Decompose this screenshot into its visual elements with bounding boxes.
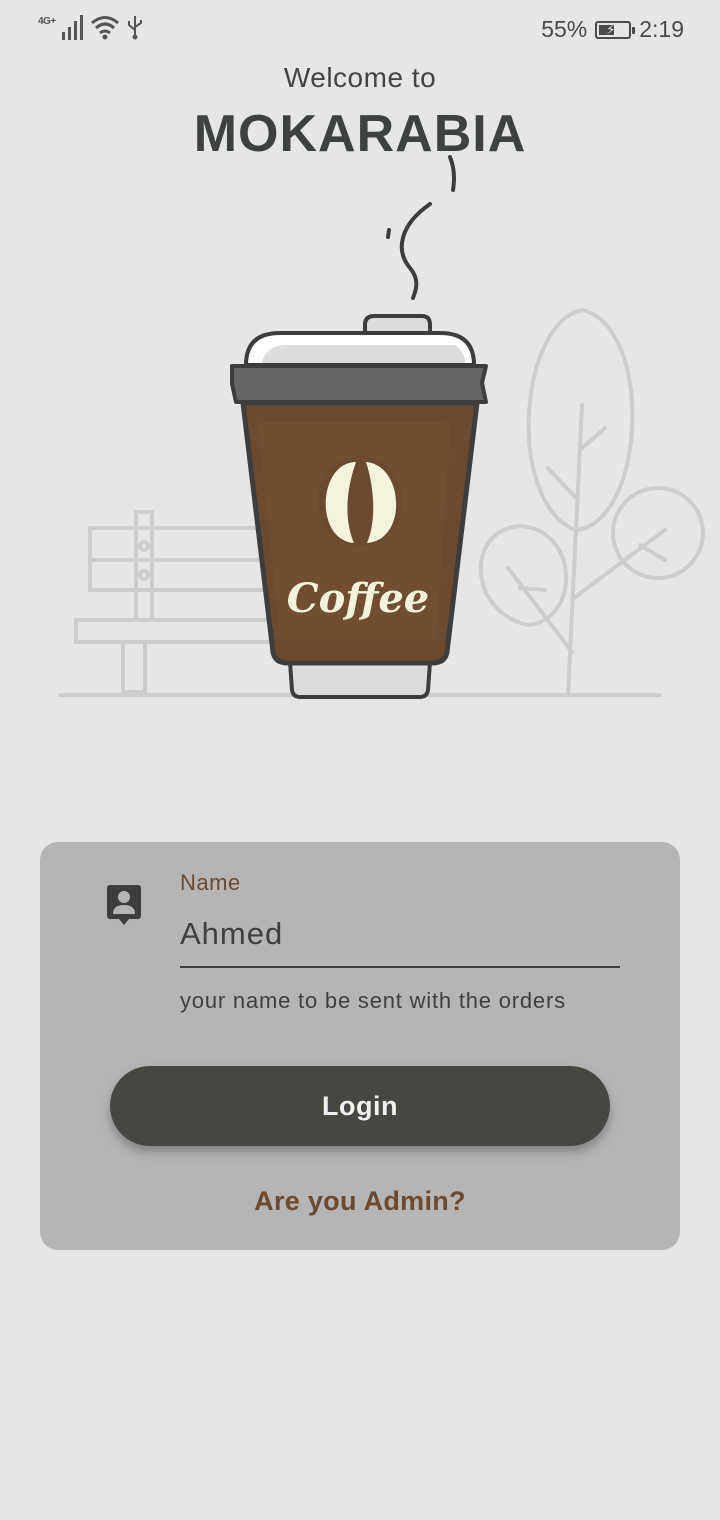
status-bar: 4G+ 55% ⚡ 2:19	[0, 0, 720, 60]
cup-band	[230, 364, 488, 404]
tree-icon	[478, 307, 705, 697]
login-card: Name your name to be sent with the order…	[40, 842, 680, 1250]
contact-icon	[107, 885, 141, 925]
name-helper-text: your name to be sent with the orders	[180, 988, 566, 1013]
battery-percent: 55%	[541, 16, 588, 42]
welcome-text: Welcome to	[283, 62, 437, 93]
clock: 2:19	[639, 16, 684, 42]
coffee-bean-icon	[317, 456, 403, 546]
coffee-illustration: Coffee	[58, 155, 705, 699]
status-right: 55% ⚡ 2:19	[541, 16, 684, 43]
network-type-label: 4G+	[38, 16, 56, 27]
admin-link[interactable]: Are you Admin?	[40, 1186, 680, 1217]
cup-base	[287, 660, 433, 699]
login-button[interactable]: Login	[110, 1066, 610, 1146]
name-field-label: Name	[180, 870, 241, 895]
usb-icon	[127, 16, 142, 40]
battery-icon: ⚡	[595, 20, 636, 39]
status-left: 4G+	[38, 14, 144, 40]
cup-label: Coffee	[287, 575, 430, 622]
steam-icon	[386, 155, 456, 300]
charging-icon: ⚡	[606, 21, 616, 37]
signal-icon	[61, 15, 83, 40]
name-input[interactable]	[180, 902, 620, 968]
wifi-icon	[90, 16, 119, 40]
